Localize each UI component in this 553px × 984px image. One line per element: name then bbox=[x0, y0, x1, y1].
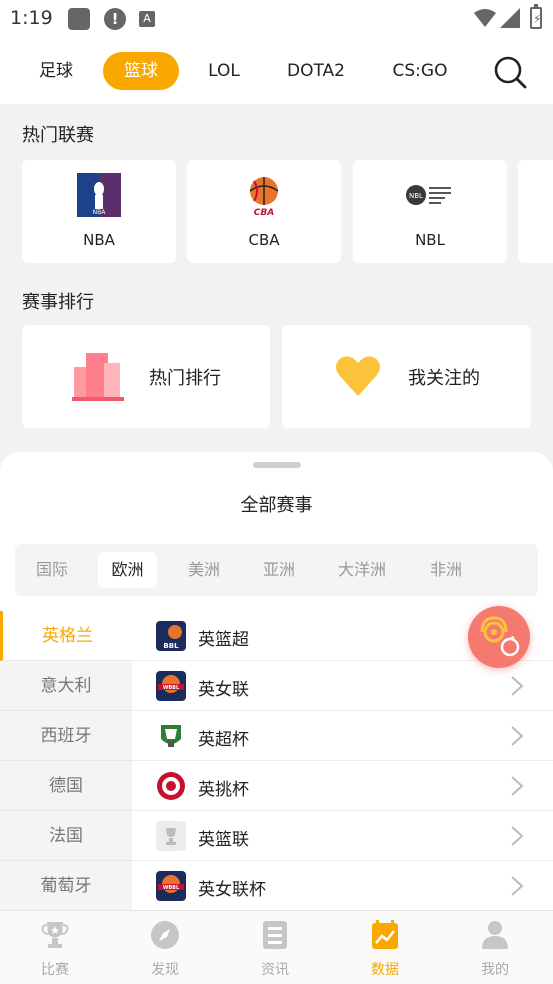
chart-icon bbox=[372, 920, 398, 949]
svg-text:BBL: BBL bbox=[163, 642, 179, 650]
tab-dota2[interactable]: DOTA2 bbox=[276, 52, 356, 90]
country-item-spain[interactable]: 西班牙 bbox=[0, 711, 132, 761]
nav-item-discover[interactable]: 发现 bbox=[110, 911, 220, 984]
tab-lol[interactable]: LOL bbox=[196, 52, 252, 90]
nav-label: 资讯 bbox=[261, 962, 289, 978]
svg-text:NBL: NBL bbox=[409, 192, 423, 200]
country-item-italy[interactable]: 意大利 bbox=[0, 661, 132, 711]
league-card-nbl[interactable]: NBL NBL bbox=[353, 160, 507, 263]
league-row-wbbl[interactable]: WBBL 英女联 bbox=[132, 661, 553, 711]
league-name: NBA bbox=[83, 231, 115, 249]
chevron-right-icon bbox=[511, 876, 524, 896]
region-tab-africa[interactable]: 非洲 bbox=[415, 552, 477, 588]
league-name: NBL bbox=[415, 231, 445, 249]
notification-icon bbox=[68, 8, 90, 30]
nbl-logo-icon: NBL bbox=[406, 185, 451, 205]
region-tab-oceania[interactable]: 大洋洲 bbox=[329, 552, 395, 588]
country-item-england[interactable]: 英格兰 bbox=[0, 611, 132, 661]
nav-label: 发现 bbox=[151, 962, 179, 978]
league-row-league[interactable]: 英篮联 bbox=[132, 811, 553, 861]
league-name: 英女联 bbox=[198, 680, 249, 700]
tab-football[interactable]: 足球 bbox=[26, 52, 86, 90]
top-tab-bar: 足球 篮球 LOL DOTA2 CS:GO bbox=[0, 36, 553, 104]
nav-label: 比赛 bbox=[41, 962, 69, 978]
league-name: 英篮超 bbox=[198, 630, 249, 650]
league-name: 英篮联 bbox=[198, 830, 249, 850]
bar-chart-icon bbox=[72, 353, 124, 401]
cba-logo-icon: CBA bbox=[249, 177, 279, 217]
league-row-wbbl-cup[interactable]: WBBL 英女联杯 bbox=[132, 861, 553, 911]
nav-label: 我的 bbox=[481, 962, 509, 978]
chevron-right-icon bbox=[511, 826, 524, 846]
country-item-france[interactable]: 法国 bbox=[0, 811, 132, 861]
nav-item-matches[interactable]: 比赛 bbox=[0, 911, 110, 984]
nav-item-data[interactable]: 数据 bbox=[330, 911, 440, 984]
support-refresh-icon bbox=[480, 616, 520, 657]
trophy-icon bbox=[41, 922, 69, 948]
status-time: 1:19 bbox=[10, 7, 53, 29]
league-card-cba[interactable]: CBA CBA bbox=[187, 160, 341, 263]
followed-label: 我关注的 bbox=[408, 368, 480, 389]
nav-item-news[interactable]: 资讯 bbox=[220, 911, 330, 984]
hot-ranking-label: 热门排行 bbox=[149, 368, 221, 389]
bbl-logo-icon: BBL bbox=[156, 621, 186, 651]
league-name: 英女联杯 bbox=[198, 880, 266, 900]
region-tabs: 国际 欧洲 美洲 亚洲 大洋洲 非洲 bbox=[15, 544, 538, 596]
compass-icon bbox=[151, 921, 179, 949]
chevron-right-icon bbox=[511, 726, 524, 746]
league-card-nba[interactable]: NBA NBA bbox=[22, 160, 176, 263]
sheet-title: 全部赛事 bbox=[240, 495, 313, 516]
svg-text:NBA: NBA bbox=[93, 209, 107, 216]
league-row-trophy[interactable]: 英挑杯 bbox=[132, 761, 553, 811]
svg-text:WBBL: WBBL bbox=[163, 885, 180, 891]
wifi-icon bbox=[474, 9, 496, 27]
league-name: CBA bbox=[248, 231, 280, 249]
svg-text:CBA: CBA bbox=[254, 208, 274, 217]
status-bar: 1:19 ! A ⚡ bbox=[0, 0, 553, 36]
a-icon: A bbox=[139, 11, 155, 27]
chevron-right-icon bbox=[511, 776, 524, 796]
region-tab-americas[interactable]: 美洲 bbox=[174, 552, 234, 588]
person-icon bbox=[482, 921, 508, 949]
tab-csgo[interactable]: CS:GO bbox=[382, 52, 458, 90]
rankings-title: 赛事排行 bbox=[22, 292, 94, 313]
country-list: 英格兰 意大利 西班牙 德国 法国 葡萄牙 bbox=[0, 611, 132, 912]
region-tab-international[interactable]: 国际 bbox=[23, 552, 81, 588]
region-tab-europe[interactable]: 欧洲 bbox=[98, 552, 157, 588]
country-item-portugal[interactable]: 葡萄牙 bbox=[0, 861, 132, 911]
wbbl-logo-icon: WBBL bbox=[156, 871, 186, 901]
wbbl-logo-icon: WBBL bbox=[156, 671, 186, 701]
alert-icon: ! bbox=[104, 8, 126, 30]
nba-logo-icon: NBA bbox=[77, 173, 121, 217]
cup-logo-icon bbox=[156, 721, 186, 751]
floating-service-button[interactable] bbox=[468, 606, 530, 668]
chevron-right-icon bbox=[511, 676, 524, 696]
all-leagues-sheet: 全部赛事 国际 欧洲 美洲 亚洲 大洋洲 非洲 英格兰 意大利 西班牙 德国 法… bbox=[0, 452, 553, 912]
league-name: 英超杯 bbox=[198, 730, 249, 750]
league-card-partial[interactable] bbox=[518, 160, 553, 263]
followed-card[interactable]: 我关注的 bbox=[282, 325, 531, 428]
region-tab-asia[interactable]: 亚洲 bbox=[250, 552, 308, 588]
bottom-nav: 比赛 发现 资讯 数据 我的 bbox=[0, 910, 553, 984]
heart-icon bbox=[335, 356, 381, 396]
country-item-germany[interactable]: 德国 bbox=[0, 761, 132, 811]
battery-icon: ⚡ bbox=[530, 4, 542, 29]
trophy-logo-icon bbox=[157, 772, 185, 800]
news-icon bbox=[263, 921, 287, 949]
hot-ranking-card[interactable]: 热门排行 bbox=[22, 325, 270, 428]
league-name: 英挑杯 bbox=[198, 780, 249, 800]
tab-basketball[interactable]: 篮球 bbox=[103, 52, 179, 90]
nav-item-mine[interactable]: 我的 bbox=[440, 911, 550, 984]
search-icon[interactable] bbox=[492, 54, 528, 90]
hot-leagues-title: 热门联赛 bbox=[22, 125, 94, 146]
placeholder-trophy-icon bbox=[156, 821, 186, 851]
signal-icon bbox=[500, 8, 520, 28]
svg-text:WBBL: WBBL bbox=[163, 685, 180, 691]
league-row-cup[interactable]: 英超杯 bbox=[132, 711, 553, 761]
sheet-drag-handle[interactable] bbox=[253, 462, 301, 468]
nav-label: 数据 bbox=[371, 962, 399, 978]
